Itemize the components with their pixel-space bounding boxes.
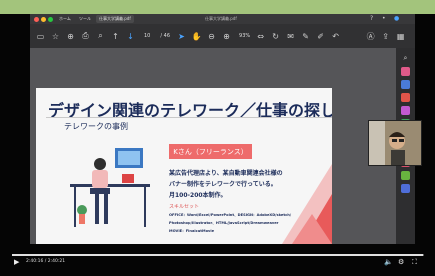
desk-shape [70,184,150,187]
optimize-icon[interactable] [401,171,410,180]
search-icon[interactable]: ⌕ [94,30,107,43]
page-total: / 46 [160,33,171,39]
edit-pdf-icon[interactable] [401,80,410,89]
zoom-window-button[interactable] [48,17,53,22]
decorative-triangles [282,164,332,244]
upload-icon[interactable]: ⊕ [64,30,77,43]
create-pdf-icon[interactable] [401,93,410,102]
tab-tools[interactable]: ツール [76,15,94,23]
zoom-in-icon[interactable]: ⊕ [220,30,233,43]
combine-icon[interactable] [401,106,410,115]
skill-title: スキルセット [169,204,200,210]
notification-icon[interactable]: • [382,15,386,22]
comment-icon[interactable]: ✉ [284,30,297,43]
undo-icon[interactable]: ↶ [329,30,342,43]
zoom-level[interactable]: 93% [239,33,250,39]
page-current[interactable]: 10 [144,33,150,39]
title-bar: ホーム ツール 仕事大学講義.pdf 仕事大学講義.pdf ? • ● [30,14,415,24]
play-icon[interactable]: ▶ [14,258,19,266]
progress-bar[interactable] [12,254,424,256]
webcam-overlay [368,120,422,166]
laptop-shape [122,174,134,183]
user-avatar[interactable]: ● [394,15,399,22]
minimize-window-button[interactable] [41,17,46,22]
help-icon[interactable]: ? [370,15,373,22]
prev-page-icon[interactable]: ↑ [109,30,122,43]
volume-icon[interactable]: 🔈 [384,258,393,266]
close-window-button[interactable] [34,17,39,22]
divider [46,117,332,118]
sidebar-toggle-icon[interactable]: ▭ [34,30,47,43]
print-icon[interactable]: ⎙ [79,30,92,43]
head-shape [94,158,106,170]
export-pdf-icon[interactable] [401,67,410,76]
draw-icon[interactable]: ✐ [314,30,327,43]
fullscreen-icon[interactable]: ⛶ [412,258,417,267]
zoom-out-icon[interactable]: ⊖ [205,30,218,43]
grid-icon[interactable]: ▦ [394,30,407,43]
person-label: Kさん（フリーランス） [169,144,252,159]
top-accent-band [0,0,435,14]
rotate-icon[interactable]: ↻ [269,30,282,43]
next-page-icon[interactable]: ↓ [124,30,137,43]
slide-subtitle: テレワークの事例 [64,122,128,131]
tab-file[interactable]: 仕事大学講義.pdf [96,15,134,23]
illustration-person-at-desk [70,148,150,227]
share-icon[interactable]: ⇪ [379,30,392,43]
progress-fill [12,254,423,256]
presenter-video [369,121,421,165]
gear-icon[interactable]: ⚙ [398,258,404,266]
more-tools-icon[interactable] [401,184,410,193]
time-display: 2:40:16 / 2:40:21 [26,259,66,264]
tab-home[interactable]: ホーム [56,15,74,23]
text-icon[interactable]: Ⓐ [364,30,377,43]
cursor-icon[interactable]: ➤ [175,30,188,43]
highlight-icon[interactable]: ✎ [299,30,312,43]
toolbar: ▭ ☆ ⊕ ⎙ ⌕ ↑ ↓ 10 / 46 ➤ ✋ ⊖ ⊕ 93% ⇔ ↻ ✉ … [30,24,415,48]
star-icon[interactable]: ☆ [49,30,62,43]
hand-icon[interactable]: ✋ [190,30,203,43]
window-title: 仕事大学講義.pdf [205,16,237,21]
plant-shape [77,205,87,215]
fit-icon[interactable]: ⇔ [254,30,267,43]
presentation-slide: デザイン関連のテレワーク／仕事の探し方 テレワークの事例 Kさん（フリーランス）… [36,88,332,244]
search-icon[interactable]: ⌕ [401,54,410,63]
